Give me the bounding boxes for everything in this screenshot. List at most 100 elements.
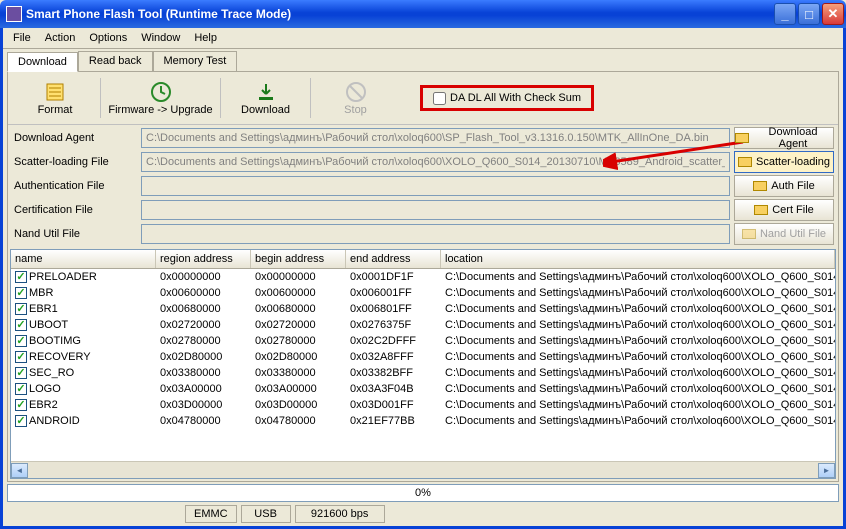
cert-button[interactable]: Cert File bbox=[734, 199, 834, 221]
status-usb: USB bbox=[241, 505, 291, 523]
row-checkbox[interactable]: ✓ bbox=[15, 303, 27, 315]
col-location[interactable]: location bbox=[441, 250, 835, 268]
row-region: 0x00600000 bbox=[156, 287, 251, 299]
download-agent-button[interactable]: Download Agent bbox=[734, 127, 834, 149]
tab-memtest[interactable]: Memory Test bbox=[153, 51, 238, 71]
menu-file[interactable]: File bbox=[7, 30, 37, 46]
folder-icon bbox=[735, 133, 749, 143]
menu-action[interactable]: Action bbox=[39, 30, 82, 46]
nand-path[interactable] bbox=[141, 224, 730, 244]
h-scrollbar[interactable]: ◄ ► bbox=[11, 461, 835, 478]
scatter-button[interactable]: Scatter-loading bbox=[734, 151, 834, 173]
table-row[interactable]: ✓RECOVERY0x02D800000x02D800000x032A8FFFC… bbox=[11, 349, 835, 365]
stop-button[interactable]: Stop bbox=[310, 78, 400, 118]
row-name: RECOVERY bbox=[29, 351, 91, 363]
scroll-left-button[interactable]: ◄ bbox=[11, 463, 28, 478]
auth-path[interactable] bbox=[141, 176, 730, 196]
cert-path[interactable] bbox=[141, 200, 730, 220]
auth-label: Authentication File bbox=[12, 178, 137, 194]
checksum-label: DA DL All With Check Sum bbox=[450, 92, 581, 104]
table-row[interactable]: ✓UBOOT0x027200000x027200000x0276375FC:\D… bbox=[11, 317, 835, 333]
window-title: Smart Phone Flash Tool (Runtime Trace Mo… bbox=[26, 7, 291, 21]
app-icon bbox=[6, 6, 22, 22]
table-row[interactable]: ✓SEC_RO0x033800000x033800000x03382BFFC:\… bbox=[11, 365, 835, 381]
table-row[interactable]: ✓PRELOADER0x000000000x000000000x0001DF1F… bbox=[11, 269, 835, 285]
checksum-box[interactable]: DA DL All With Check Sum bbox=[420, 85, 594, 111]
table-row[interactable]: ✓ANDROID0x047800000x047800000x21EF77BBC:… bbox=[11, 413, 835, 429]
row-checkbox[interactable]: ✓ bbox=[15, 271, 27, 283]
row-checkbox[interactable]: ✓ bbox=[15, 319, 27, 331]
menu-help[interactable]: Help bbox=[188, 30, 223, 46]
btn-label: Download Agent bbox=[753, 126, 833, 150]
row-checkbox[interactable]: ✓ bbox=[15, 335, 27, 347]
status-rate: 921600 bps bbox=[295, 505, 385, 523]
row-name: SEC_RO bbox=[29, 367, 74, 379]
statusbar: EMMC USB 921600 bps bbox=[7, 504, 839, 524]
row-name: PRELOADER bbox=[29, 271, 97, 283]
nand-button[interactable]: Nand Util File bbox=[734, 223, 834, 245]
menu-options[interactable]: Options bbox=[83, 30, 133, 46]
folder-icon bbox=[754, 205, 768, 215]
titlebar[interactable]: Smart Phone Flash Tool (Runtime Trace Mo… bbox=[0, 0, 846, 28]
folder-icon bbox=[742, 229, 756, 239]
col-region[interactable]: region address bbox=[156, 250, 251, 268]
table-body: ✓PRELOADER0x000000000x000000000x0001DF1F… bbox=[11, 269, 835, 461]
row-name: ANDROID bbox=[29, 415, 80, 427]
format-icon bbox=[43, 80, 67, 104]
row-location: C:\Documents and Settings\админъ\Рабочий… bbox=[441, 399, 835, 411]
row-checkbox[interactable]: ✓ bbox=[15, 287, 27, 299]
row-region: 0x03D00000 bbox=[156, 399, 251, 411]
table-row[interactable]: ✓MBR0x006000000x006000000x006001FFC:\Doc… bbox=[11, 285, 835, 301]
row-region: 0x02720000 bbox=[156, 319, 251, 331]
col-name[interactable]: name bbox=[11, 250, 156, 268]
btn-label: Auth File bbox=[771, 180, 814, 192]
scroll-right-button[interactable]: ► bbox=[818, 463, 835, 478]
maximize-button[interactable]: □ bbox=[798, 3, 820, 25]
format-button[interactable]: Format bbox=[10, 78, 100, 118]
firmware-icon bbox=[149, 80, 173, 104]
row-end: 0x03A3F04B bbox=[346, 383, 441, 395]
row-checkbox[interactable]: ✓ bbox=[15, 383, 27, 395]
row-location: C:\Documents and Settings\админъ\Рабочий… bbox=[441, 271, 835, 283]
row-location: C:\Documents and Settings\админъ\Рабочий… bbox=[441, 335, 835, 347]
row-begin: 0x03A00000 bbox=[251, 383, 346, 395]
file-grid: Download Agent Download Agent Scatter-lo… bbox=[8, 125, 838, 247]
cert-label: Certification File bbox=[12, 202, 137, 218]
scatter-path[interactable] bbox=[141, 152, 730, 172]
firmware-label: Firmware -> Upgrade bbox=[108, 104, 212, 116]
col-end[interactable]: end address bbox=[346, 250, 441, 268]
row-checkbox[interactable]: ✓ bbox=[15, 351, 27, 363]
row-checkbox[interactable]: ✓ bbox=[15, 367, 27, 379]
row-region: 0x04780000 bbox=[156, 415, 251, 427]
close-button[interactable]: ✕ bbox=[822, 3, 844, 25]
row-location: C:\Documents and Settings\админъ\Рабочий… bbox=[441, 367, 835, 379]
checksum-checkbox[interactable] bbox=[433, 92, 446, 105]
tab-download[interactable]: Download bbox=[7, 52, 78, 72]
minimize-button[interactable]: _ bbox=[774, 3, 796, 25]
table-row[interactable]: ✓EBR10x006800000x006800000x006801FFC:\Do… bbox=[11, 301, 835, 317]
row-begin: 0x02D80000 bbox=[251, 351, 346, 363]
nand-label: Nand Util File bbox=[12, 226, 137, 242]
table-row[interactable]: ✓LOGO0x03A000000x03A000000x03A3F04BC:\Do… bbox=[11, 381, 835, 397]
table-row[interactable]: ✓BOOTIMG0x027800000x027800000x02C2DFFFC:… bbox=[11, 333, 835, 349]
download-button[interactable]: Download bbox=[220, 78, 310, 118]
download-agent-path[interactable] bbox=[141, 128, 730, 148]
firmware-upgrade-button[interactable]: Firmware -> Upgrade bbox=[100, 78, 220, 118]
menu-window[interactable]: Window bbox=[135, 30, 186, 46]
row-location: C:\Documents and Settings\админъ\Рабочий… bbox=[441, 287, 835, 299]
tab-readback[interactable]: Read back bbox=[78, 51, 153, 71]
row-checkbox[interactable]: ✓ bbox=[15, 415, 27, 427]
download-agent-label: Download Agent bbox=[12, 130, 137, 146]
col-begin[interactable]: begin address bbox=[251, 250, 346, 268]
row-end: 0x0276375F bbox=[346, 319, 441, 331]
progress-bar: 0% bbox=[7, 484, 839, 502]
scatter-label: Scatter-loading File bbox=[12, 154, 137, 170]
table-row[interactable]: ✓EBR20x03D000000x03D000000x03D001FFC:\Do… bbox=[11, 397, 835, 413]
row-region: 0x02D80000 bbox=[156, 351, 251, 363]
row-region: 0x00000000 bbox=[156, 271, 251, 283]
auth-button[interactable]: Auth File bbox=[734, 175, 834, 197]
format-label: Format bbox=[38, 104, 73, 116]
row-checkbox[interactable]: ✓ bbox=[15, 399, 27, 411]
row-location: C:\Documents and Settings\админъ\Рабочий… bbox=[441, 351, 835, 363]
stop-label: Stop bbox=[344, 104, 367, 116]
